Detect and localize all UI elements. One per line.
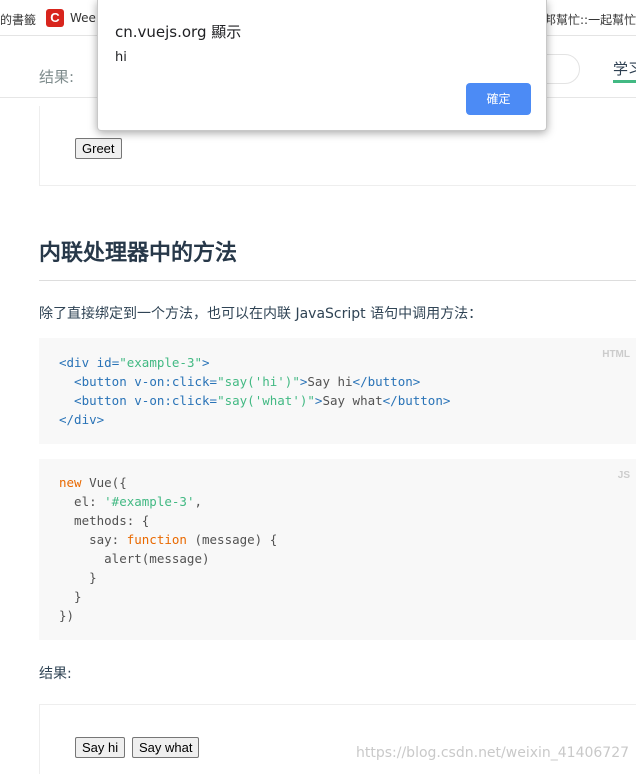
code-lines: <div id="example-3"> <button v-on:click=… (59, 353, 450, 429)
code-token: '#example-3' (104, 494, 195, 509)
csdn-logo-icon[interactable]: C (46, 9, 64, 27)
code-token: v-on:click= (134, 393, 218, 408)
code-token: "say('what')" (217, 393, 315, 408)
dialog-ok-button[interactable]: 確定 (466, 83, 531, 115)
heading-divider (39, 280, 636, 281)
code-token: methods: { (59, 513, 150, 528)
intro-paragraph: 除了直接绑定到一个方法，也可以在内联 JavaScript 语句中调用方法： (39, 306, 483, 322)
code-token: el: (59, 494, 105, 509)
code-token: (message) { (186, 532, 278, 547)
code-token: , (194, 494, 202, 509)
bookmark-ithelp[interactable]: 邦幫忙::一起幫忙... (544, 11, 636, 28)
code-token: </button> (382, 393, 451, 408)
code-token: "say('hi')" (217, 374, 300, 389)
code-token: > (202, 355, 210, 370)
alert-dialog: cn.vuejs.org 顯示 hi 確定 (97, 0, 547, 131)
code-token: function (126, 532, 187, 547)
code-token: } (59, 589, 82, 604)
dialog-message: hi (115, 50, 127, 65)
code-token: Say hi (307, 374, 353, 389)
code-block-html: HTML <div id="example-3"> <button v-on:c… (39, 338, 636, 444)
code-token: "example-3" (119, 355, 203, 370)
nav-active-underline (613, 80, 636, 83)
code-token: id= (96, 355, 120, 370)
greet-button[interactable]: Greet (75, 138, 122, 159)
code-token: </button> (352, 374, 421, 389)
code-lines: new Vue({ el: '#example-3', methods: { s… (59, 473, 277, 625)
code-token: <button (59, 374, 135, 389)
code-token: <button (59, 393, 135, 408)
section-heading: 内联处理器中的方法 (39, 241, 238, 266)
code-token: <div (59, 355, 97, 370)
nav-learn[interactable]: 学习 (613, 58, 636, 79)
code-token: Vue({ (81, 475, 127, 490)
code-token: </div> (59, 412, 105, 427)
say-what-button[interactable]: Say what (132, 737, 200, 758)
code-token: v-on:click= (134, 374, 218, 389)
code-token: new (59, 475, 82, 490)
result-label: 结果: (39, 666, 72, 682)
say-hi-button[interactable]: Say hi (75, 737, 126, 758)
bookmark-folder[interactable]: 的書籤 (0, 11, 36, 28)
code-token: Say what (322, 393, 383, 408)
header-result-label: 结果: (39, 68, 75, 86)
demo-box-say: Say hi Say what (39, 704, 636, 774)
watermark-text: https://blog.csdn.net/weixin_41406727 (356, 745, 630, 761)
code-token: }) (59, 608, 75, 623)
code-token: alert(message) (59, 551, 210, 566)
code-lang-label: JS (617, 470, 630, 481)
code-block-js: JS new Vue({ el: '#example-3', methods: … (39, 459, 636, 640)
bookmark-wee[interactable]: Wee (70, 11, 96, 25)
code-token: say: (59, 532, 127, 547)
code-token: } (59, 570, 97, 585)
code-lang-label: HTML (602, 349, 630, 360)
dialog-title: cn.vuejs.org 顯示 (115, 23, 242, 41)
